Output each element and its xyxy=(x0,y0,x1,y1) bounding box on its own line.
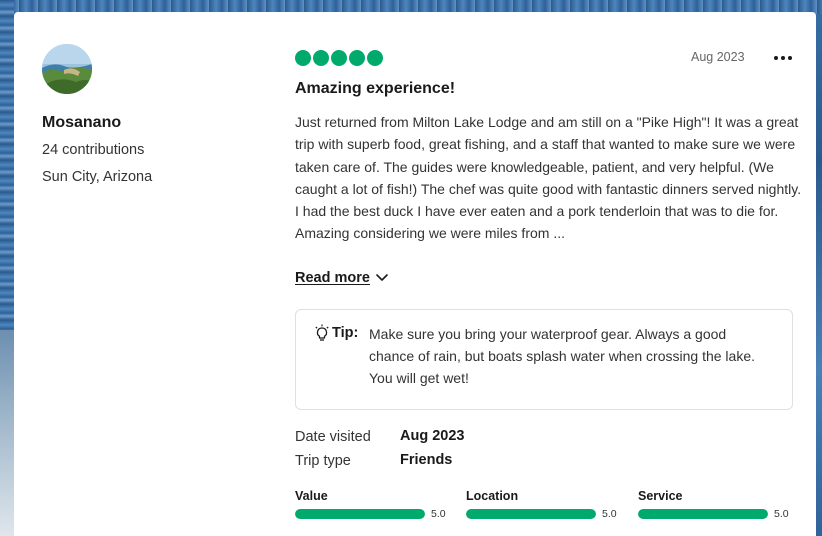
more-options-button[interactable] xyxy=(770,48,796,68)
sub-rating-score: 5.0 xyxy=(602,508,617,520)
sub-rating-label: Service xyxy=(638,489,683,503)
rating-bubbles xyxy=(295,50,383,66)
rating-bubble xyxy=(349,50,365,66)
reviewer-name[interactable]: Mosanano xyxy=(42,114,121,132)
review-body: Just returned from Milton Lake Lodge and… xyxy=(295,114,802,242)
sub-rating-label: Value xyxy=(295,489,328,503)
read-more-button[interactable]: Read more xyxy=(295,270,388,286)
tip-text: Make sure you bring your waterproof gear… xyxy=(369,326,755,386)
tip-label: Tip: xyxy=(332,325,359,341)
sub-rating-score: 5.0 xyxy=(431,508,446,520)
lightbulb-icon xyxy=(315,324,329,341)
sub-rating-bar-fill xyxy=(638,509,768,519)
trip-type-value: Friends xyxy=(400,452,453,468)
rating-bubble xyxy=(295,50,311,66)
more-horizontal-icon-dot xyxy=(781,56,785,60)
review-date: Aug 2023 xyxy=(691,50,745,64)
sub-rating-bar-fill xyxy=(466,509,596,519)
chevron-down-icon xyxy=(376,274,388,281)
reviewer-avatar[interactable] xyxy=(42,44,92,94)
sub-rating-bar xyxy=(638,509,768,519)
background-water-left-lower xyxy=(0,330,14,536)
sub-rating-location: Location 5.0 xyxy=(466,489,626,520)
reviewer-location: Sun City, Arizona xyxy=(42,169,153,185)
rating-bubble xyxy=(313,50,329,66)
review-title[interactable]: Amazing experience! xyxy=(295,80,455,98)
sub-rating-bar xyxy=(466,509,596,519)
more-horizontal-icon-dot xyxy=(788,56,792,60)
date-visited-value: Aug 2023 xyxy=(400,428,465,444)
reviewer-contributions: 24 contributions xyxy=(42,142,145,158)
avatar-image xyxy=(42,44,92,94)
date-visited-label: Date visited xyxy=(295,429,371,445)
sub-rating-value: Value 5.0 xyxy=(295,489,455,520)
trip-type-label: Trip type xyxy=(295,453,351,469)
tip-box: Tip: Make sure you bring your waterproof… xyxy=(295,309,793,410)
review-card: Mosanano 24 contributions Sun City, Ariz… xyxy=(14,12,816,536)
sub-rating-service: Service 5.0 xyxy=(638,489,798,520)
sub-rating-score: 5.0 xyxy=(774,508,789,520)
sub-rating-label: Location xyxy=(466,489,519,503)
read-more-label: Read more xyxy=(295,270,370,286)
rating-bubble xyxy=(367,50,383,66)
tip-heading: Tip: xyxy=(314,324,358,342)
sub-rating-bar xyxy=(295,509,425,519)
rating-bubble xyxy=(331,50,347,66)
more-horizontal-icon xyxy=(774,56,778,60)
sub-rating-bar-fill xyxy=(295,509,425,519)
